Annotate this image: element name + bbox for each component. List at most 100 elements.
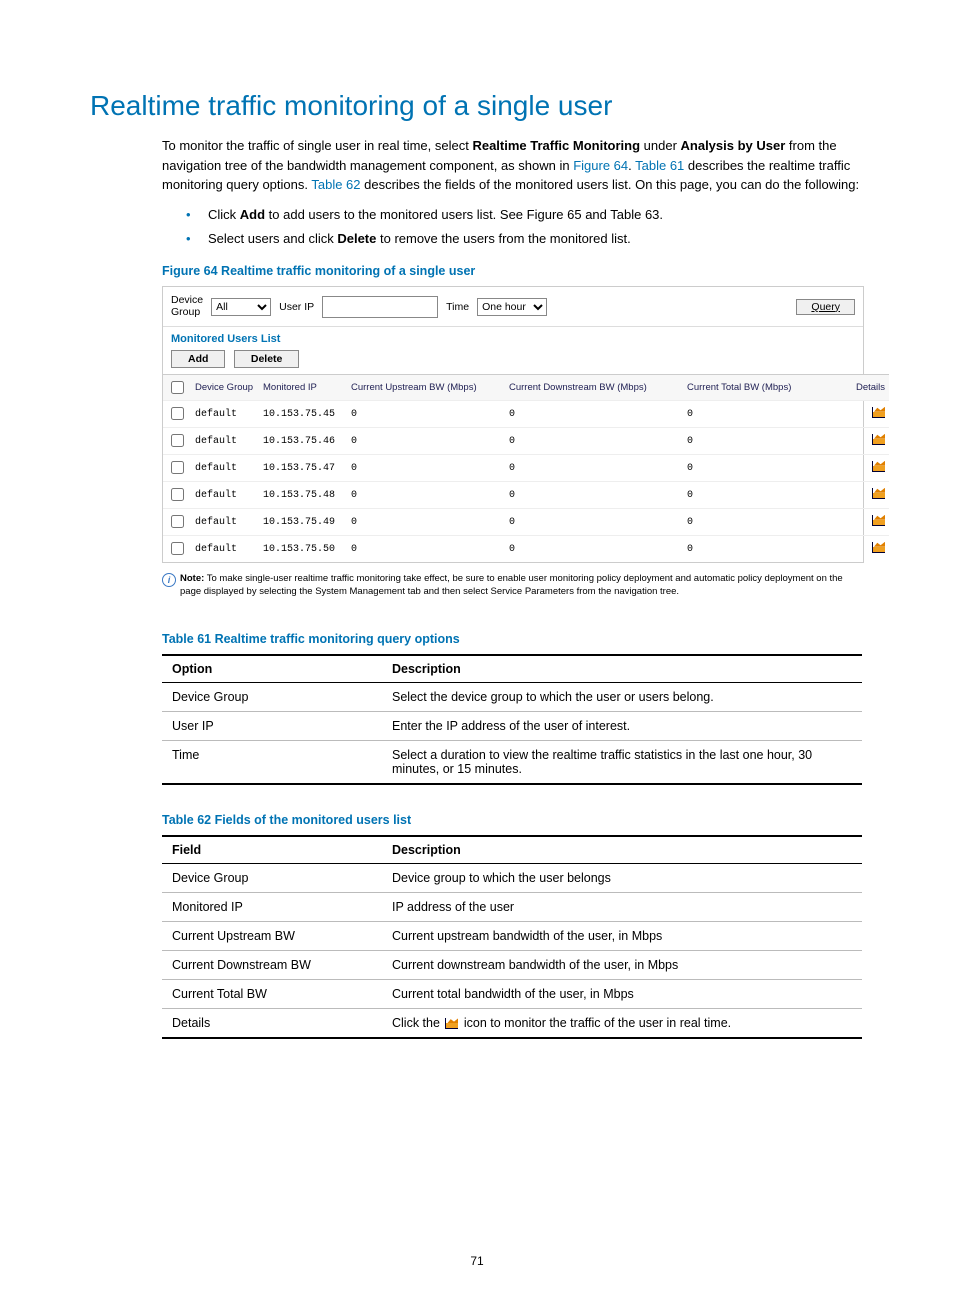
header-total: Current Total BW (Mbps) [683, 375, 831, 401]
select-all-checkbox[interactable] [171, 381, 184, 394]
cell-monitored-ip: 10.153.75.50 [259, 536, 347, 563]
cell-device-group: default [191, 428, 259, 455]
row-checkbox[interactable] [171, 542, 184, 555]
cell-downstream: 0 [505, 482, 683, 509]
cell-field: Monitored IP [162, 892, 382, 921]
cell-upstream: 0 [347, 401, 505, 428]
table-row: default10.153.75.45000 [163, 401, 889, 428]
cell-upstream: 0 [347, 509, 505, 536]
row-checkbox[interactable] [171, 488, 184, 501]
cell-field: Current Total BW [162, 979, 382, 1008]
cell-upstream: 0 [347, 482, 505, 509]
row-checkbox[interactable] [171, 515, 184, 528]
cell-field: Current Upstream BW [162, 921, 382, 950]
table-row: User IPEnter the IP address of the user … [162, 711, 862, 740]
cell-upstream: 0 [347, 455, 505, 482]
cell-downstream: 0 [505, 428, 683, 455]
query-button[interactable]: Query [796, 299, 855, 315]
cell-device-group: default [191, 482, 259, 509]
table-row: default10.153.75.48000 [163, 482, 889, 509]
details-chart-icon[interactable] [872, 488, 885, 499]
time-select[interactable]: One hour [477, 298, 547, 316]
delete-button[interactable]: Delete [234, 350, 300, 368]
header-device-group: Device Group [191, 375, 259, 401]
details-chart-icon[interactable] [872, 515, 885, 526]
table-row: default10.153.75.50000 [163, 536, 889, 563]
table-row: DetailsClick the icon to monitor the tra… [162, 1008, 862, 1038]
info-icon: i [162, 573, 176, 587]
cell-downstream: 0 [505, 401, 683, 428]
ui-screenshot: Device Group All User IP Time One hour Q… [162, 286, 864, 563]
cell-upstream: 0 [347, 428, 505, 455]
time-label: Time [446, 301, 469, 313]
cell-monitored-ip: 10.153.75.48 [259, 482, 347, 509]
user-ip-label: User IP [279, 301, 314, 313]
intro-paragraph: To monitor the traffic of single user in… [90, 136, 864, 195]
details-chart-icon[interactable] [872, 407, 885, 418]
header-monitored-ip: Monitored IP [259, 375, 347, 401]
cell-total: 0 [683, 509, 831, 536]
cell-monitored-ip: 10.153.75.45 [259, 401, 347, 428]
table-row: Device GroupDevice group to which the us… [162, 863, 862, 892]
cell-field: Current Downstream BW [162, 950, 382, 979]
table-61: Option Description Device GroupSelect th… [162, 654, 862, 785]
cell-monitored-ip: 10.153.75.46 [259, 428, 347, 455]
cell-description: IP address of the user [382, 892, 862, 921]
cell-option: Time [162, 740, 382, 784]
cell-downstream: 0 [505, 536, 683, 563]
cell-device-group: default [191, 401, 259, 428]
add-button[interactable]: Add [171, 350, 225, 368]
user-ip-input[interactable] [322, 296, 438, 318]
cell-description: Current upstream bandwidth of the user, … [382, 921, 862, 950]
details-chart-icon[interactable] [872, 542, 885, 553]
table-row: Device GroupSelect the device group to w… [162, 682, 862, 711]
cell-device-group: default [191, 536, 259, 563]
header-downstream: Current Downstream BW (Mbps) [505, 375, 683, 401]
page-number: 71 [0, 1254, 954, 1268]
cell-total: 0 [683, 428, 831, 455]
table-row: default10.153.75.46000 [163, 428, 889, 455]
cell-total: 0 [683, 401, 831, 428]
figure-64-caption: Figure 64 Realtime traffic monitoring of… [162, 264, 864, 278]
cell-upstream: 0 [347, 536, 505, 563]
note-text: To make single-user realtime traffic mon… [180, 573, 843, 596]
cell-downstream: 0 [505, 509, 683, 536]
table-row: default10.153.75.47000 [163, 455, 889, 482]
cell-description: Select a duration to view the realtime t… [382, 740, 862, 784]
cell-description: Current downstream bandwidth of the user… [382, 950, 862, 979]
cell-monitored-ip: 10.153.75.49 [259, 509, 347, 536]
cell-downstream: 0 [505, 455, 683, 482]
details-chart-icon[interactable] [872, 434, 885, 445]
cell-option: User IP [162, 711, 382, 740]
cell-description: Select the device group to which the use… [382, 682, 862, 711]
table-row: default10.153.75.49000 [163, 509, 889, 536]
cell-field: Device Group [162, 863, 382, 892]
cell-description: Click the icon to monitor the traffic of… [382, 1008, 862, 1038]
select-all-header[interactable] [163, 375, 191, 401]
t61-head-option: Option [162, 655, 382, 683]
row-checkbox[interactable] [171, 461, 184, 474]
note-label: Note: [180, 573, 204, 584]
table-row: Current Upstream BWCurrent upstream band… [162, 921, 862, 950]
table-61-caption: Table 61 Realtime traffic monitoring que… [162, 632, 864, 646]
t61-head-description: Description [382, 655, 862, 683]
t62-head-description: Description [382, 836, 862, 864]
row-checkbox[interactable] [171, 434, 184, 447]
table-row: Current Downstream BWCurrent downstream … [162, 950, 862, 979]
monitored-users-title: Monitored Users List [163, 326, 863, 349]
details-chart-icon[interactable] [872, 461, 885, 472]
cell-description: Enter the IP address of the user of inte… [382, 711, 862, 740]
row-checkbox[interactable] [171, 407, 184, 420]
cell-field: Details [162, 1008, 382, 1038]
cell-total: 0 [683, 455, 831, 482]
device-group-select[interactable]: All [211, 298, 271, 316]
header-details: Details [831, 375, 889, 401]
note-block: i Note: To make single-user realtime tra… [162, 573, 862, 598]
cell-description: Device group to which the user belongs [382, 863, 862, 892]
cell-device-group: default [191, 455, 259, 482]
cell-total: 0 [683, 536, 831, 563]
table-62-caption: Table 62 Fields of the monitored users l… [162, 813, 864, 827]
table-row: Current Total BWCurrent total bandwidth … [162, 979, 862, 1008]
t62-head-field: Field [162, 836, 382, 864]
cell-description: Current total bandwidth of the user, in … [382, 979, 862, 1008]
